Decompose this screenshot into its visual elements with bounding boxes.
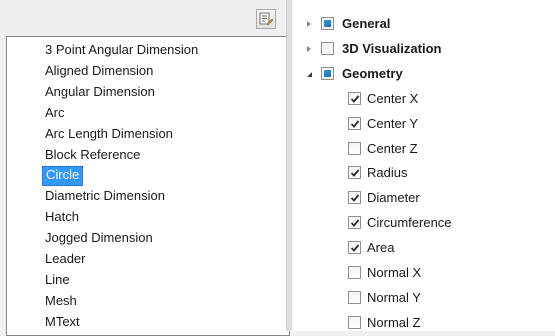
object-type-item[interactable]: Arc [42,104,68,122]
object-type-item[interactable]: Line [42,271,73,289]
property-label: Center Z [367,140,418,156]
object-type-item[interactable]: Arc Length Dimension [42,125,176,143]
checkmark-icon [350,169,360,178]
property-checkbox[interactable] [348,91,361,105]
object-type-item[interactable]: Mesh [42,292,80,310]
property-label: Center Y [367,115,419,131]
object-type-item[interactable]: Hatch [42,208,82,226]
property-checkbox[interactable] [348,315,361,329]
category-checkbox[interactable] [321,66,334,80]
category-label: General [342,16,391,31]
checkmark-icon [350,244,360,252]
checkmark-icon [350,219,360,228]
property-label: Radius [367,165,408,181]
property-label: Normal Y [367,289,421,305]
object-type-item[interactable]: Leader [42,250,88,268]
property-checkbox[interactable] [348,266,361,279]
object-type-list[interactable]: 3 Point Angular Dimension Aligned Dimensi… [6,36,290,336]
property-label: Area [367,240,395,256]
object-type-item[interactable]: Block Reference [42,146,143,164]
property-label: Circumference [367,215,452,231]
property-checkbox[interactable] [348,116,361,130]
collapse-arrow-icon[interactable] [304,64,314,84]
property-checkbox[interactable] [348,141,361,155]
property-label: Normal Z [367,314,421,330]
category-label: Geometry [342,65,403,81]
property-label: Center X [367,90,419,106]
expand-arrow-icon[interactable] [304,14,314,34]
category-label: 3D Visualization [342,40,442,56]
expand-arrow-icon[interactable] [304,39,314,59]
property-checkbox[interactable] [348,241,361,255]
edit-list-icon [259,12,273,26]
object-type-item[interactable]: Angular Dimension [42,83,158,101]
property-tree: General 3D Visualization Geometry Center X C… [292,0,555,331]
property-checkbox[interactable] [348,290,361,304]
object-type-item[interactable]: MText [42,313,83,331]
object-type-item[interactable]: Circle [42,166,84,187]
object-type-item[interactable]: Jogged Dimension [42,229,156,247]
object-type-pane: 3 Point Angular Dimension Aligned Dimensi… [0,0,290,336]
object-type-item[interactable]: 3 Point Angular Dimension [42,41,201,59]
checkmark-icon [350,95,360,103]
checkmark-icon [350,120,360,128]
property-checkbox[interactable] [348,216,361,230]
property-label: Diameter [367,190,420,206]
object-type-item[interactable]: Aligned Dimension [42,62,156,80]
object-type-item[interactable]: Diametric Dimension [42,187,168,205]
checkmark-icon [350,194,360,203]
category-checkbox[interactable] [321,17,334,30]
property-checkbox[interactable] [348,191,361,205]
property-label: Normal X [367,265,422,280]
edit-list-button[interactable] [256,9,276,29]
category-checkbox[interactable] [321,41,334,55]
property-checkbox[interactable] [348,166,361,180]
